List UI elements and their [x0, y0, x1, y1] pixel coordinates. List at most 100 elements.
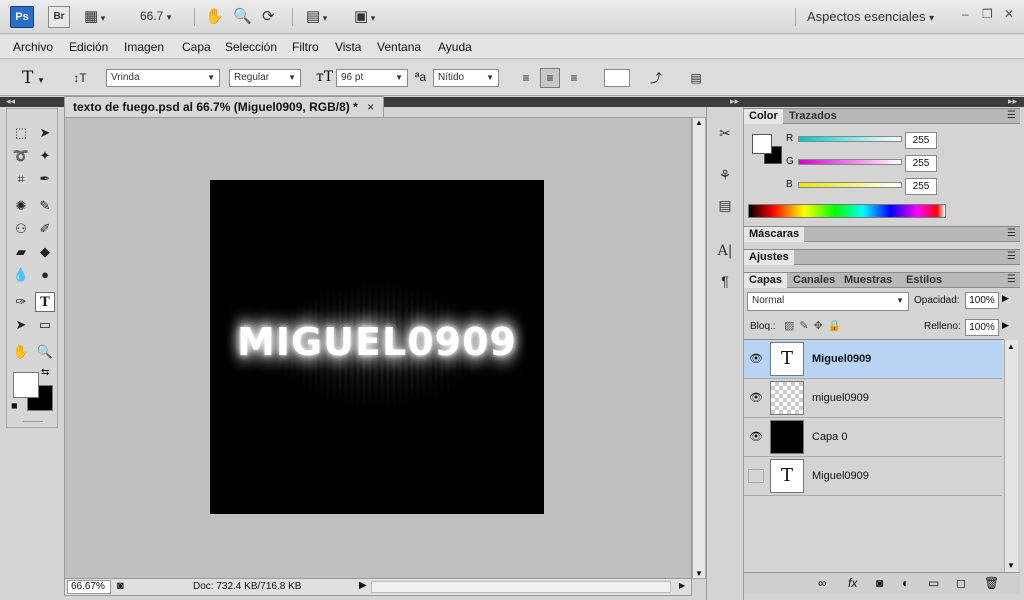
swap-colors-icon[interactable]: ⇆ — [41, 367, 49, 378]
link-layers-icon[interactable]: ∞ — [818, 576, 827, 590]
align-left-icon[interactable]: ≡ — [516, 68, 536, 88]
clone-source-icon[interactable]: ⚘ — [715, 167, 735, 187]
new-layer-icon[interactable]: ◻ — [956, 576, 966, 590]
tab-muestras[interactable]: Muestras — [839, 273, 897, 288]
align-right-icon[interactable]: ≡ — [564, 68, 584, 88]
opacity-field[interactable]: 100% — [965, 292, 999, 309]
menu-seleccion[interactable]: Selección — [225, 40, 277, 54]
rectangle-tool-icon[interactable]: ▭ — [35, 315, 55, 335]
text-color-swatch[interactable] — [604, 69, 630, 87]
film-strip-icon[interactable]: ▦ ▾ — [84, 7, 105, 27]
character-panel-icon[interactable]: ▤ — [686, 68, 706, 88]
tab-mascaras[interactable]: Máscaras — [744, 227, 805, 242]
scroll-up-icon[interactable]: ▲ — [1007, 342, 1015, 351]
menu-filtro[interactable]: Filtro — [292, 40, 319, 54]
color-spectrum-ramp[interactable] — [748, 204, 946, 218]
menu-archivo[interactable]: Archivo — [13, 40, 53, 54]
rotate-view-icon[interactable]: ⟳ — [262, 7, 275, 27]
document-image[interactable]: MIGUEL0909 — [210, 180, 544, 514]
collapse-left-icon[interactable]: ◂◂ — [6, 96, 15, 107]
default-colors-icon[interactable]: ◼ — [11, 401, 18, 410]
hand-tool-icon[interactable]: ✋ — [11, 342, 31, 362]
tab-color[interactable]: Color — [744, 109, 783, 124]
visibility-empty-box[interactable] — [748, 469, 764, 483]
zoom-tool-icon[interactable]: 🔍 — [35, 342, 55, 362]
menu-edicion[interactable]: Edición — [69, 40, 108, 54]
vertical-scrollbar[interactable]: ▲ ▼ — [692, 117, 706, 579]
horizontal-scrollbar[interactable] — [371, 581, 671, 593]
blend-mode-dropdown[interactable]: Normal ▼ — [747, 292, 909, 311]
panel-menu-icon[interactable]: ☰ — [1007, 110, 1016, 121]
history-brush-tool-icon[interactable]: ✐ — [35, 219, 55, 239]
zoom-status-field[interactable]: 66.67% — [67, 580, 111, 594]
tab-ajustes[interactable]: Ajustes — [744, 250, 794, 265]
align-center-icon[interactable]: ≡ — [540, 68, 560, 88]
actions-icon[interactable]: ▤ — [715, 197, 735, 217]
screen-mode-icon[interactable]: ▣ ▾ — [354, 7, 375, 27]
eyedropper-tool-icon[interactable]: ✒ — [35, 169, 55, 189]
delete-layer-icon[interactable]: 🗑 — [984, 576, 999, 590]
dodge-tool-icon[interactable]: ● — [35, 265, 55, 285]
close-button[interactable]: ✕ — [1004, 7, 1014, 21]
layer-row[interactable]: T Miguel0909 — [744, 457, 1002, 496]
visibility-eye-icon[interactable]: 👁 — [748, 430, 764, 444]
visibility-eye-icon[interactable]: 👁 — [748, 352, 764, 366]
type-tool-icon[interactable]: T — [35, 292, 55, 312]
minimize-button[interactable]: – — [962, 7, 969, 21]
menu-ayuda[interactable]: Ayuda — [438, 40, 472, 54]
adjustment-layer-icon[interactable]: ◐ — [902, 576, 909, 590]
tab-canales[interactable]: Canales — [788, 273, 840, 288]
zoom-level-dropdown[interactable]: 66.7 ▾ — [140, 9, 171, 23]
move-tool-icon[interactable]: ➤ — [35, 123, 55, 143]
zoom-tool-icon[interactable]: 🔍 — [233, 7, 252, 27]
font-family-dropdown[interactable]: Vrinda ▼ — [106, 69, 220, 87]
scroll-down-icon[interactable]: ▼ — [1007, 561, 1015, 570]
font-style-dropdown[interactable]: Regular ▼ — [229, 69, 301, 87]
layer-row[interactable]: 👁 miguel0909 — [744, 379, 1002, 418]
channel-b-slider[interactable] — [798, 182, 902, 188]
menu-imagen[interactable]: Imagen — [124, 40, 164, 54]
type-tool-preset-icon[interactable]: T ▾ — [22, 68, 43, 88]
lock-icons[interactable]: ▨✎✥🔒 — [784, 319, 847, 332]
scroll-right-icon[interactable]: ▶ — [679, 581, 685, 590]
menu-vista[interactable]: Vista — [335, 40, 361, 54]
close-document-icon[interactable]: × — [367, 100, 374, 114]
blur-tool-icon[interactable]: 💧 — [11, 265, 31, 285]
panel-foreground-swatch[interactable] — [752, 134, 772, 154]
workspace-switcher[interactable]: Aspectos esenciales ▾ — [807, 9, 934, 24]
bridge-button[interactable]: Br — [48, 6, 70, 28]
channel-r-slider[interactable] — [798, 136, 902, 142]
tab-estilos[interactable]: Estilos — [901, 273, 947, 288]
brush-tool-icon[interactable]: ✎ — [35, 196, 55, 216]
clone-stamp-tool-icon[interactable]: ⚇ — [11, 219, 31, 239]
status-info-icon[interactable]: ◙ — [117, 580, 124, 592]
paint-bucket-tool-icon[interactable]: ◆ — [35, 242, 55, 262]
crop-tool-icon[interactable]: ⌗ — [11, 169, 31, 189]
lasso-tool-icon[interactable]: ➰ — [11, 146, 31, 166]
magic-wand-tool-icon[interactable]: ✦ — [35, 146, 55, 166]
collapse-mid-icon[interactable]: ▸▸ — [730, 96, 739, 107]
scroll-down-icon[interactable]: ▼ — [695, 569, 703, 578]
status-menu-arrow[interactable]: ▶ — [359, 580, 367, 591]
panel-menu-icon[interactable]: ☰ — [1007, 251, 1016, 262]
channel-b-value[interactable]: 255 — [905, 178, 937, 195]
channel-g-slider[interactable] — [798, 159, 902, 165]
layer-row[interactable]: 👁 T Miguel0909 — [744, 340, 1002, 379]
character-icon[interactable]: A| — [715, 243, 735, 263]
marquee-tool-icon[interactable]: ⬚ — [11, 123, 31, 143]
pen-tool-icon[interactable]: ✑ — [11, 292, 31, 312]
arrange-documents-icon[interactable]: ▤ ▾ — [306, 7, 327, 27]
tab-trazados[interactable]: Trazados — [784, 109, 842, 124]
collapse-right-icon[interactable]: ▸▸ — [1008, 96, 1017, 107]
healing-brush-tool-icon[interactable]: ✺ — [11, 196, 31, 216]
opacity-slider-arrow[interactable]: ▶ — [1002, 293, 1009, 304]
channel-r-value[interactable]: 255 — [905, 132, 937, 149]
warp-text-icon[interactable]: ⤴ — [646, 68, 666, 88]
eraser-tool-icon[interactable]: ▰ — [11, 242, 31, 262]
text-orientation-icon[interactable]: ↕T — [70, 68, 90, 88]
layer-style-icon[interactable]: fx — [848, 576, 857, 590]
tools-presets-icon[interactable]: ✂ — [715, 125, 735, 145]
fill-field[interactable]: 100% — [965, 319, 999, 336]
foreground-color-swatch[interactable] — [13, 372, 39, 398]
font-size-dropdown[interactable]: 96 pt ▼ — [336, 69, 408, 87]
